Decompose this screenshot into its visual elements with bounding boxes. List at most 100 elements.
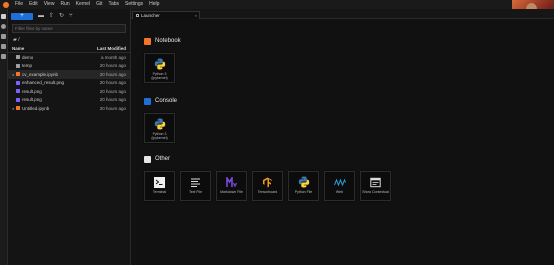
card-label: Text File [188,190,203,194]
card-label: Python 3 (ipykernel) [151,72,168,80]
card-label: Markdown File [220,190,243,194]
list-item[interactable]: ● Untitled.ipynb 20 hours ago [8,104,130,113]
menu-kernel[interactable]: Kernel [76,0,90,9]
launcher-card-terminal[interactable]: Terminal [144,171,175,201]
main-area: Launcher × Notebook Python 3 (ipykernel)… [131,9,554,265]
launcher-card-tensorboard[interactable]: Tensorboard [252,171,283,201]
card-label: Python File [294,190,313,194]
menu-settings[interactable]: Settings [125,0,143,9]
markdown-icon [226,176,238,188]
launcher-section-other: Other Terminal Text File Markdown File T… [144,155,391,201]
list-item[interactable]: result.png 20 hours ago [8,96,130,105]
refresh-icon[interactable]: ↻ [59,13,64,20]
file-name: Untitled.ipynb [22,105,50,111]
section-title: Console [155,98,178,104]
filter-input[interactable] [15,26,125,31]
menu-edit[interactable]: Edit [29,0,38,9]
image-icon [16,89,20,94]
card-label: Terminal [152,190,167,194]
tab-bar: Launcher × [131,9,554,19]
menu-tabs[interactable]: Tabs [108,0,119,9]
list-item[interactable]: demo a month ago [8,53,130,62]
list-item[interactable]: result.png 20 hours ago [8,87,130,96]
notebook-icon [144,37,151,45]
column-name[interactable]: Name [12,46,24,51]
file-modified: 20 hours ago [99,88,126,94]
launcher-card-python-console[interactable]: Python 3 (ipykernel) [144,113,175,143]
pulse-icon [333,176,346,188]
file-browser: + ▬ ⇧ ↻ ⑂ ▰ / Name Last Modified demo a … [8,9,131,265]
jupyter-logo-icon [3,1,9,8]
list-item[interactable]: temp 20 hours ago [8,62,130,71]
section-heading: Notebook [144,37,181,45]
launcher-card-markdown-file[interactable]: Markdown File [216,171,247,201]
card-label: Web [335,190,344,194]
tensorflow-icon [262,176,274,188]
file-modified: 20 hours ago [99,97,126,103]
file-modified: a month ago [100,54,126,60]
commands-icon[interactable] [1,44,6,49]
file-list-header: Name Last Modified [8,45,130,53]
terminal-icon [144,155,151,163]
section-title: Other [155,156,171,162]
running-indicator: ● [12,105,15,111]
section-title: Notebook [155,38,181,44]
menu-git[interactable]: Git [96,0,102,9]
file-toolbar: + ▬ ⇧ ↻ ⑂ [8,9,130,23]
section-heading: Other [144,155,391,163]
python-icon [298,176,310,188]
tab-launcher[interactable]: Launcher × [132,11,200,19]
file-filter [12,24,126,33]
git-icon[interactable] [1,34,6,39]
console-icon [144,97,151,105]
menu-run[interactable]: Run [60,0,69,9]
file-name: enhanced_result.png [22,80,65,86]
image-icon [16,97,20,102]
file-modified: 20 hours ago [99,80,126,86]
launcher-section-console: Console Python 3 (ipykernel) [144,97,177,143]
menu-file[interactable]: File [15,0,23,9]
launcher-section-notebook: Notebook Python 3 (ipykernel) [144,37,181,83]
file-name: cv_example.ipynb [22,71,59,77]
launcher-card-show-contextual[interactable]: Show Contextual [360,171,391,201]
image-icon [16,80,20,85]
file-name: result.png [22,97,42,103]
breadcrumb[interactable]: ▰ / [13,37,125,43]
python-icon [154,58,166,70]
tab-label: Launcher [141,13,160,18]
launcher-card-python-file[interactable]: Python File [288,171,319,201]
launcher-icon [136,14,139,17]
folder-icon [16,63,20,68]
section-heading: Console [144,97,177,105]
window-icon [370,176,382,188]
running-icon[interactable] [1,24,6,29]
extensions-icon[interactable] [1,54,6,59]
text-file-icon [190,176,202,188]
launcher-card-web[interactable]: Web [324,171,355,201]
card-label: Tensorboard [257,190,278,194]
close-icon[interactable]: × [195,13,197,18]
file-name: result.png [22,88,42,94]
notebook-icon [16,106,20,111]
card-label: Show Contextual [362,190,389,194]
menu-view[interactable]: View [44,0,55,9]
running-indicator: ● [12,71,15,77]
folder-icon[interactable] [1,14,6,19]
list-item[interactable]: ● cv_example.ipynb 20 hours ago [8,70,130,79]
notebook-icon [16,72,20,77]
file-modified: 20 hours ago [99,63,126,69]
new-folder-icon[interactable]: ▬ [38,13,44,20]
upload-icon[interactable]: ⇧ [49,13,54,20]
git-clone-icon[interactable]: ⑂ [69,13,73,20]
column-last-modified[interactable]: Last Modified [97,46,126,51]
folder-icon [16,55,20,60]
launcher-card-text-file[interactable]: Text File [180,171,211,201]
file-name: demo [22,54,34,60]
new-launcher-button[interactable]: + [11,12,33,20]
file-modified: 20 hours ago [99,105,126,111]
card-label: Python 3 (ipykernel) [151,132,168,140]
menu-help[interactable]: Help [149,0,159,9]
list-item[interactable]: enhanced_result.png 20 hours ago [8,79,130,88]
file-name: temp [22,63,33,69]
launcher-card-python-notebook[interactable]: Python 3 (ipykernel) [144,53,175,83]
